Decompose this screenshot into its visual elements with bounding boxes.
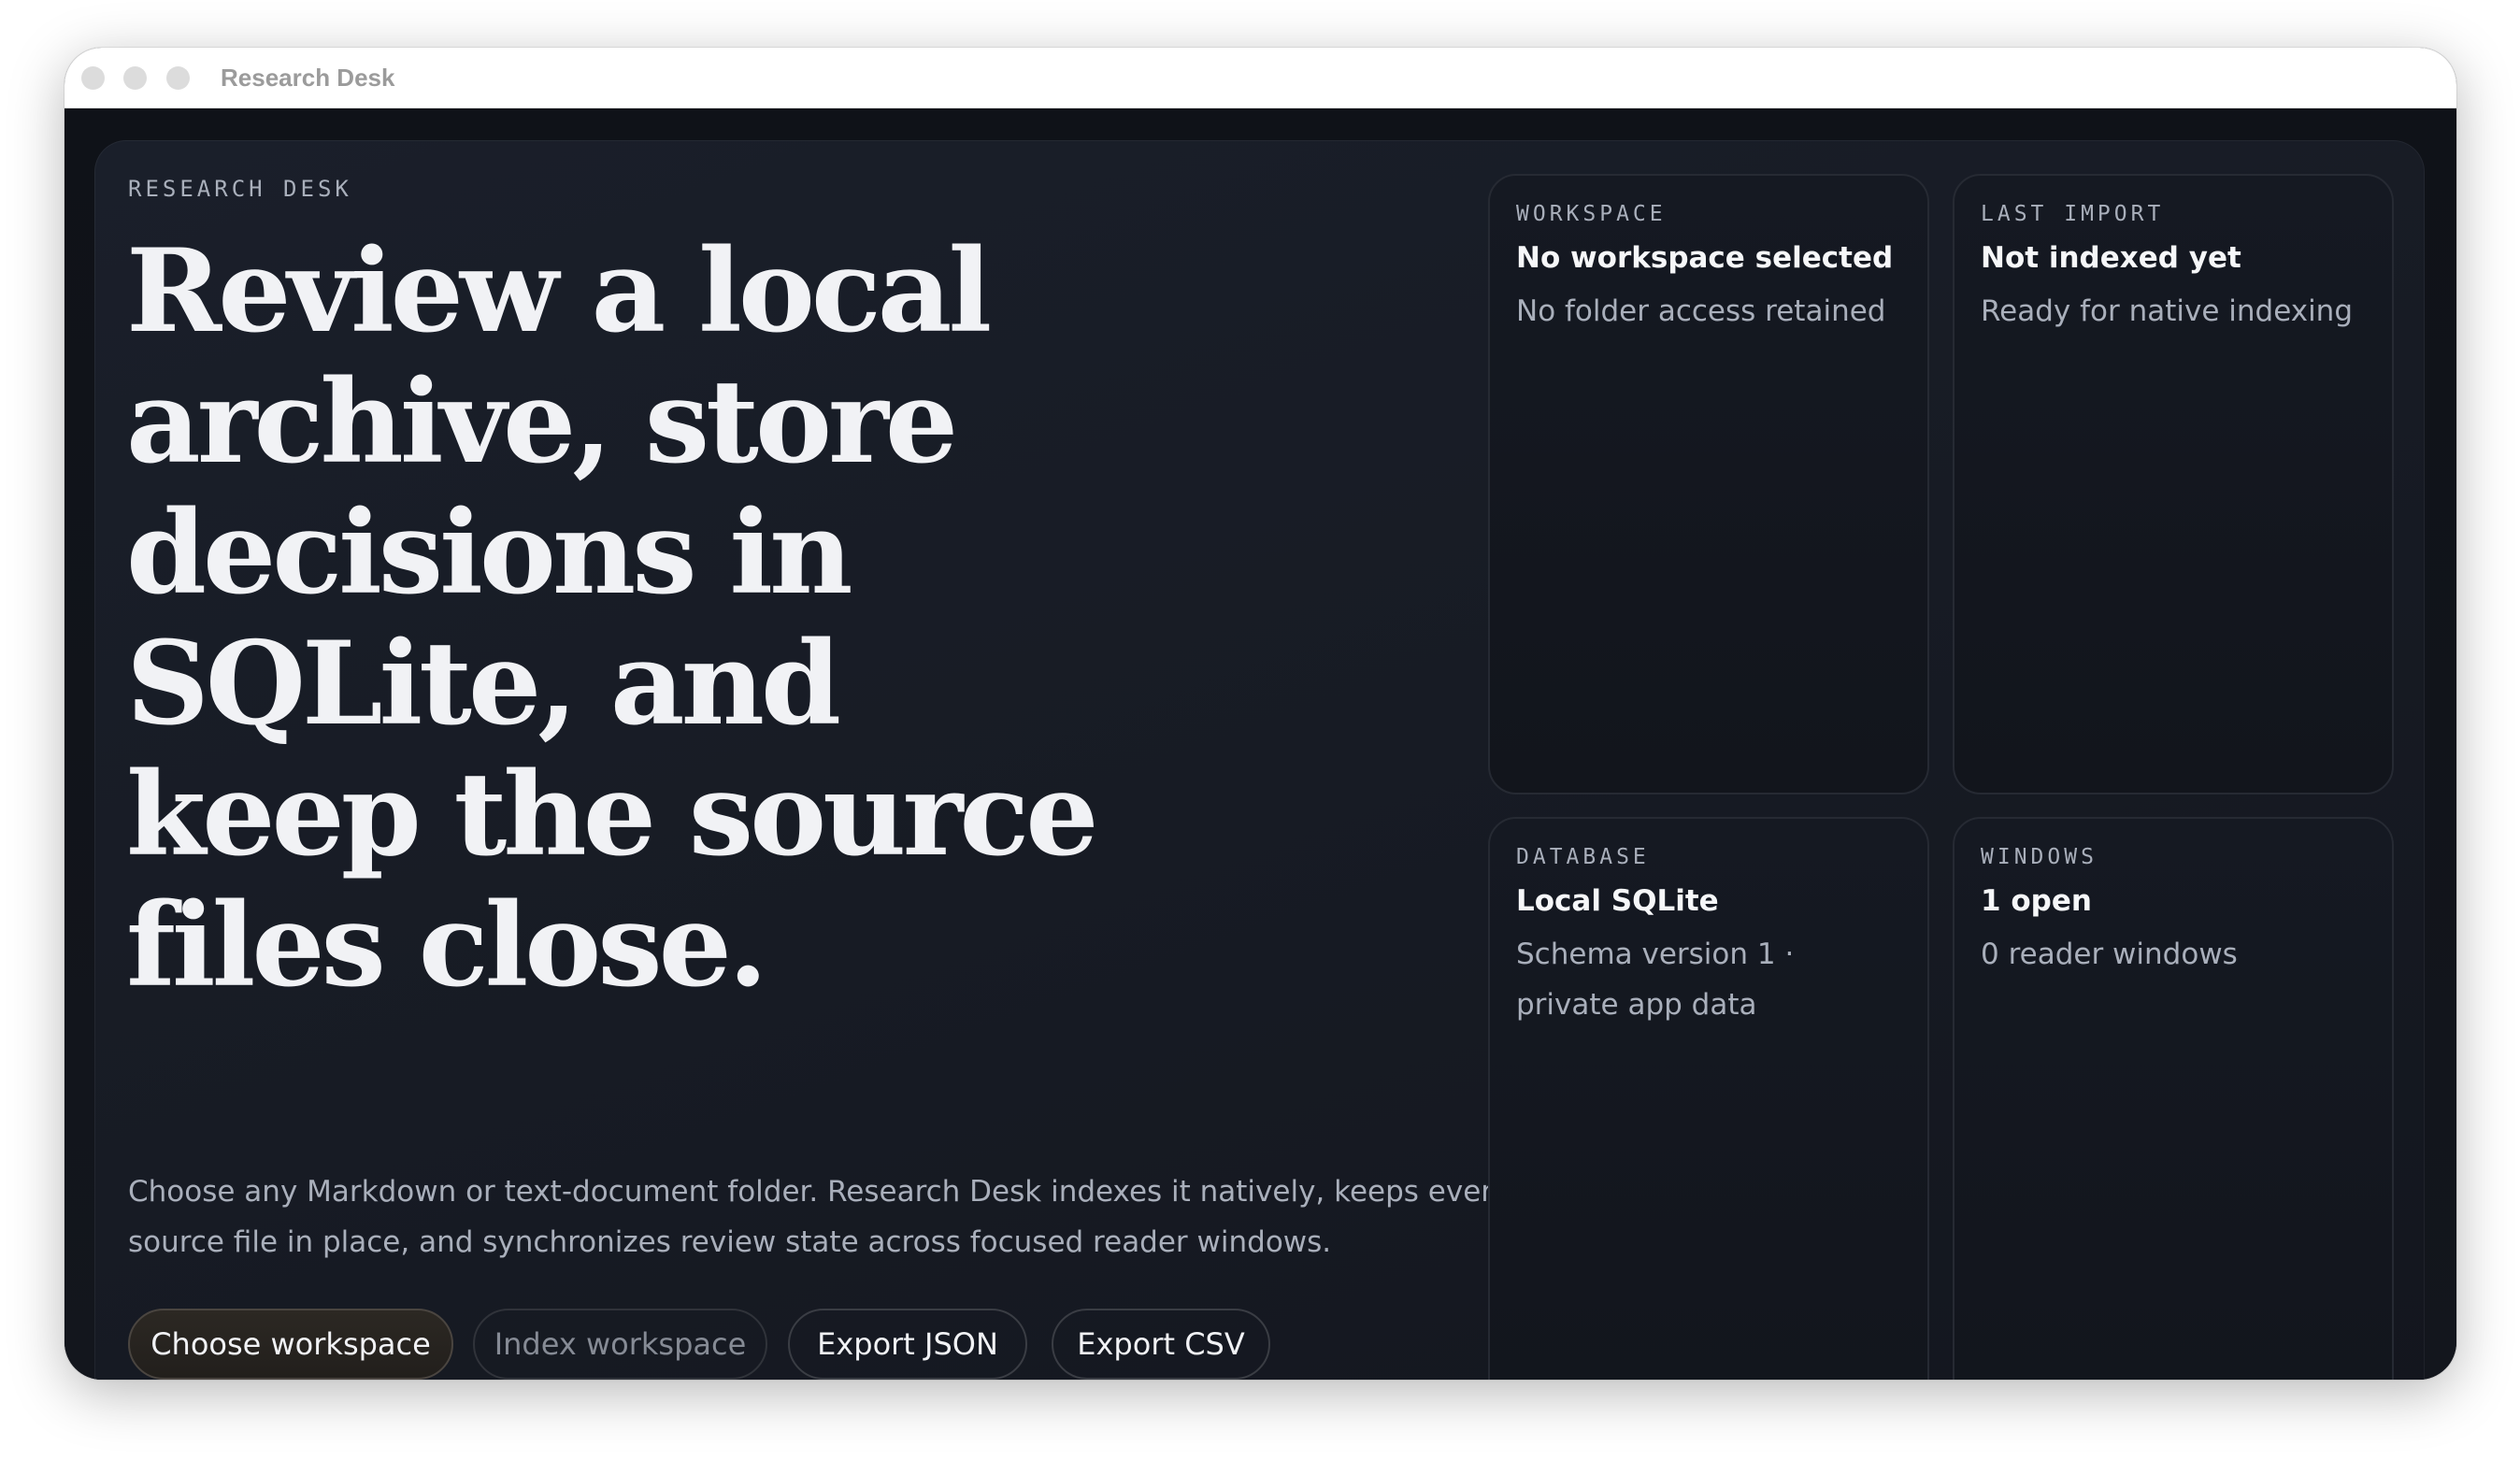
export-csv-button[interactable]: Export CSV: [1052, 1309, 1270, 1380]
choose-workspace-button[interactable]: Choose workspace: [128, 1309, 453, 1380]
export-json-button[interactable]: Export JSON: [788, 1309, 1027, 1380]
workspace-card-detail: No folder access retained: [1516, 294, 1886, 328]
workspace-card-label: WORKSPACE: [1516, 202, 1667, 226]
window-title: Research Desk: [221, 64, 395, 92]
index-workspace-button[interactable]: Index workspace: [473, 1309, 767, 1380]
zoom-window-button[interactable]: [166, 66, 190, 90]
database-card-label: DATABASE: [1516, 845, 1650, 869]
database-card: DATABASE Local SQLite Schema version 1 ·…: [1488, 817, 1929, 1380]
windows-card-detail: 0 reader windows: [1981, 938, 2238, 971]
database-card-detail: Schema version 1 · private app data: [1516, 938, 1795, 1022]
minimize-window-button[interactable]: [123, 66, 147, 90]
main-content: RESEARCH DESK Review a local archive, st…: [64, 108, 2456, 1380]
workspace-card-value: No workspace selected: [1516, 241, 1894, 275]
last-import-card-label: LAST IMPORT: [1981, 202, 2165, 226]
title-bar[interactable]: Research Desk: [64, 48, 2456, 108]
last-import-card: LAST IMPORT Not indexed yet Ready for na…: [1953, 174, 2394, 794]
page-description: Choose any Markdown or text-document fol…: [128, 1175, 1511, 1259]
hero-panel: RESEARCH DESK Review a local archive, st…: [94, 140, 2425, 1380]
windows-card-value: 1 open: [1981, 884, 2092, 918]
last-import-card-detail: Ready for native indexing: [1981, 294, 2354, 328]
app-window: Research Desk RESEARCH DESK Review a loc…: [64, 48, 2456, 1380]
close-window-button[interactable]: [81, 66, 105, 90]
windows-card: WINDOWS 1 open 0 reader windows: [1953, 817, 2394, 1380]
workspace-card: WORKSPACE No workspace selected No folde…: [1488, 174, 1929, 794]
database-card-value: Local SQLite: [1516, 884, 1719, 918]
windows-card-label: WINDOWS: [1981, 845, 2098, 869]
last-import-card-value: Not indexed yet: [1981, 241, 2241, 275]
page-headline: Review a local archive, store decisions …: [126, 224, 1099, 1013]
eyebrow-label: RESEARCH DESK: [128, 176, 352, 202]
